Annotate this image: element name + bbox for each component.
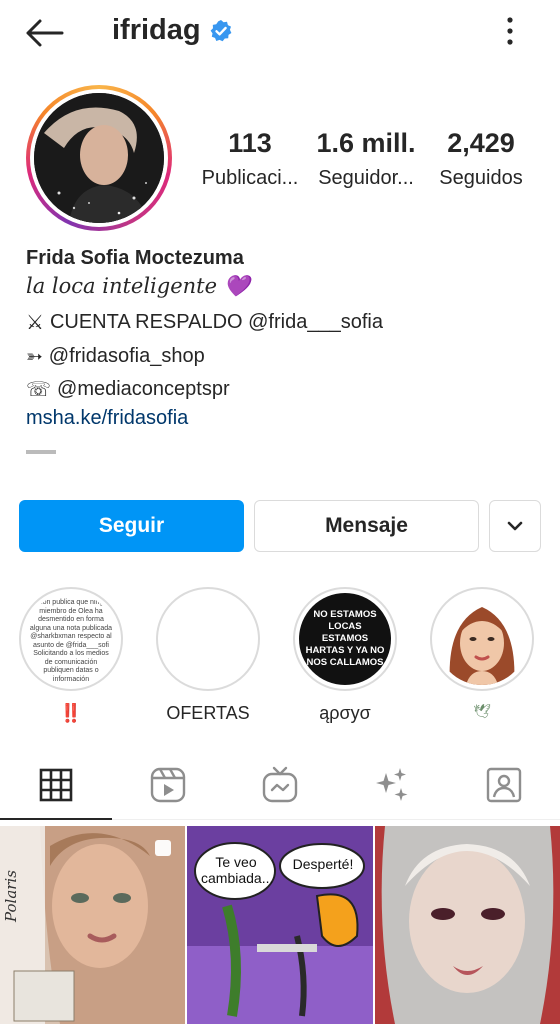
purple-heart-emoji: 💜 [223, 274, 250, 298]
bio-line-media-text: @mediaconceptspr [57, 378, 230, 400]
post-2-bubble-1: Te veo cambiada... [201, 854, 274, 886]
suggested-accounts-button[interactable] [489, 500, 541, 552]
follow-button[interactable]: Seguir [19, 500, 244, 552]
post-3-image [375, 826, 560, 1024]
more-vertical-icon[interactable] [498, 14, 522, 48]
profile-full-name: Frida Sofia Moctezuma [26, 247, 244, 269]
reels-icon[interactable] [148, 765, 188, 805]
bio-line-backup: ⚔ CUENTA RESPALDO @frida___sofia [26, 310, 383, 335]
highlight-apoyo-cover-text: NO ESTAMOS LOCAS ESTAMOS HARTAS Y YA NO … [305, 609, 385, 668]
highlight-1-cover: ...mon publica que ningún miembro de Ole… [25, 593, 117, 685]
profile-username-header: ifridag [112, 14, 233, 47]
tagged-icon[interactable] [484, 765, 524, 805]
bio-line-shop-text: @fridasofia_shop [48, 345, 205, 367]
stat-posts-value: 113 [228, 128, 272, 158]
highlight-dove[interactable]: 🕊 [428, 587, 536, 720]
back-arrow-icon[interactable] [22, 16, 66, 50]
post-tile-1[interactable]: Polaris [0, 826, 185, 1024]
telephone-icon: ☏ [26, 379, 52, 401]
post-tile-2[interactable]: Te veo cambiada... Desperté! [187, 826, 373, 1024]
igtv-icon[interactable] [260, 765, 300, 805]
bio-website-link[interactable]: msha.ke/fridasofia [26, 407, 188, 430]
tagline-text: la loca inteligente [26, 274, 218, 298]
highlight-ofertas[interactable]: OFERTAS [154, 587, 262, 724]
post-1-caption: Polaris [2, 870, 20, 922]
bio-line-shop: ➳ @fridasofia_shop [26, 344, 205, 369]
active-tab-indicator [0, 818, 112, 820]
highlight-ofertas-label: OFERTAS [166, 703, 250, 723]
highlight-1-cover-text: ...mon publica que ningún miembro de Ole… [29, 599, 113, 683]
highlight-1-label: ‼️ [59, 703, 83, 723]
stat-following-label: Seguidos [439, 167, 523, 189]
stat-followers[interactable]: 1.6 mill. Seguidor... [306, 128, 426, 190]
stat-following-value: 2,429 [447, 128, 515, 158]
bio-truncation-fade [26, 450, 56, 454]
verified-badge-icon [210, 19, 232, 41]
profile-avatar[interactable] [26, 85, 172, 231]
cartoon-portrait-illustration [436, 593, 528, 685]
highlight-apoyo-cover: NO ESTAMOS LOCAS ESTAMOS HARTAS Y YA NO … [299, 593, 391, 685]
stat-followers-label: Seguidor... [318, 167, 414, 189]
avatar-photo [34, 93, 164, 223]
username: ifridag [112, 14, 201, 46]
post-tile-3[interactable] [375, 826, 560, 1024]
highlight-ofertas-cover [162, 593, 254, 685]
chevron-down-icon [507, 521, 523, 531]
bio-line-backup-text: CUENTA RESPALDO @frida___sofia [49, 311, 383, 333]
stat-posts-label: Publicaci... [201, 167, 299, 189]
arrow-icon: ➳ [26, 346, 43, 368]
effects-icon[interactable] [372, 765, 412, 805]
avatar-illustration [34, 93, 164, 223]
crossed-swords-icon: ⚔ [26, 312, 44, 334]
bio-line-media: ☏ @mediaconceptspr [26, 377, 230, 402]
highlight-dove-cover [436, 593, 528, 685]
post-2-bubble-2: Desperté! [292, 856, 354, 872]
profile-tagline: la loca inteligente 💜 [26, 274, 250, 299]
stat-followers-value: 1.6 mill. [316, 128, 416, 158]
stat-posts[interactable]: 113 Publicaci... [190, 128, 310, 190]
highlight-apoyo-label: ąρσyσ [319, 703, 371, 723]
stat-following[interactable]: 2,429 Seguidos [421, 128, 541, 190]
grid-icon[interactable] [36, 765, 76, 805]
highlight-1[interactable]: ...mon publica que ningún miembro de Ole… [17, 587, 125, 724]
message-button[interactable]: Mensaje [254, 500, 479, 552]
highlight-apoyo[interactable]: NO ESTAMOS LOCAS ESTAMOS HARTAS Y YA NO … [291, 587, 399, 724]
highlight-dove-label: 🕊 [473, 703, 491, 719]
